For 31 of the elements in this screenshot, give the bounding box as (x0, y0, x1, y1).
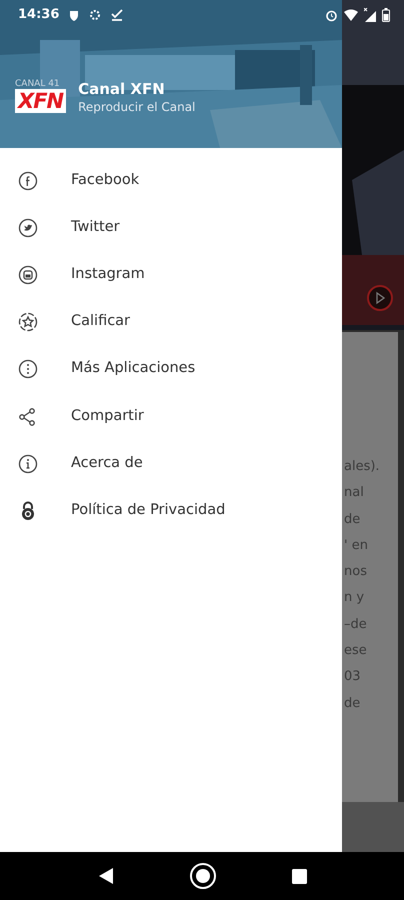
text-fragment: ales). (343, 460, 381, 474)
back-icon[interactable] (98, 867, 114, 885)
more-icon (18, 359, 38, 380)
text-fragment: 03 (343, 670, 362, 685)
menu-item[interactable]: Twitter (71, 216, 120, 239)
share-icon (18, 406, 38, 427)
menu-item[interactable]: Compartir (71, 406, 144, 428)
facebook-icon (18, 170, 38, 191)
text-fragment: nal (343, 486, 365, 501)
signal-icon (364, 8, 376, 22)
instagram-icon (18, 264, 38, 285)
menu-item[interactable]: Acerca de (71, 452, 143, 475)
menu-item[interactable]: Política de Privacidad (71, 500, 226, 522)
info-icon (18, 454, 38, 474)
wifi-icon (344, 9, 358, 21)
text-fragment: ese (343, 644, 368, 658)
twitter-icon (18, 218, 38, 238)
menu-item[interactable]: Más Aplicaciones (71, 358, 196, 380)
text-fragment: –de (343, 618, 368, 632)
text-fragment: nos (343, 565, 368, 580)
home-icon[interactable] (188, 862, 216, 890)
text-fragment: de (343, 512, 362, 527)
battery-icon (382, 8, 390, 22)
text-fragment: n y (343, 591, 366, 606)
menu-item[interactable]: Facebook (71, 170, 140, 192)
text-fragment: ' en (343, 538, 369, 554)
recents-icon[interactable] (292, 868, 306, 884)
bottom-panel (342, 802, 404, 852)
text-fragment: de (343, 696, 362, 711)
menu-item[interactable]: Calificar (71, 311, 130, 334)
menu-item[interactable]: Instagram (71, 264, 145, 286)
